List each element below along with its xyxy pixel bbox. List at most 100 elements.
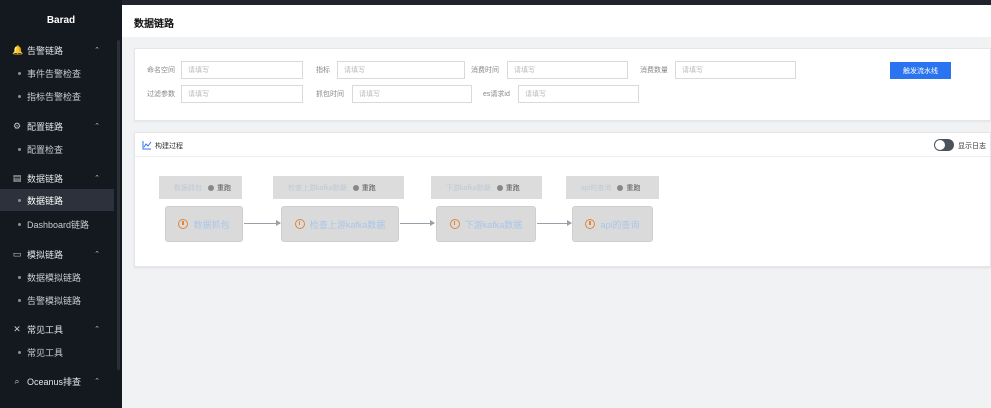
sidebar-item-label: 配置检查 [27,144,64,155]
chevron-up-icon: ⌃ [94,251,100,258]
toggle-knob [935,140,945,150]
sidebar-item-label: 数据链路 [27,195,64,206]
sidebar-item-config-check[interactable]: 配置检查 [0,138,114,160]
build-process-header: 构建过程 显示日志 [135,133,990,157]
sidebar-item-common-tools[interactable]: 常见工具 [0,341,114,363]
bullet-icon [18,275,21,279]
stage-node-downstream-kafka[interactable]: 下游kafka数据 [436,206,536,242]
tools-icon: ✕ [13,324,21,334]
sidebar-item-data-simulation[interactable]: 数据模拟链路 [0,266,114,288]
filter-params-input[interactable] [181,85,303,103]
document-icon: ▤ [12,173,22,183]
sidebar-group-data-chain[interactable]: ▤ 数据链路 ⌃ [0,167,114,189]
status-dot-icon [208,184,214,191]
bullet-icon [18,71,21,75]
sidebar-group-simulation-chain[interactable]: ▭ 模拟链路 ⌃ [0,243,114,265]
stage-status-name: 检查上游kafka数据 [288,184,347,192]
consume-count-input[interactable] [675,61,796,79]
flow-arrow [244,220,281,226]
es-request-id-label: es请求id [483,91,510,98]
sidebar-item-label: 常见工具 [27,347,64,358]
sidebar-group-label: 数据链路 [27,173,64,184]
consume-count-label: 消费数量 [640,67,668,74]
chevron-up-icon: ⌃ [94,47,100,54]
capture-time-input[interactable] [352,85,472,103]
stage-node-label: api的查询 [600,219,640,230]
show-log-toggle[interactable] [934,139,954,151]
clock-icon [294,219,305,229]
chevron-up-icon: ⌃ [94,326,100,333]
stage-node-label: 数据抓包 [193,219,230,230]
sidebar-item-event-alert-check[interactable]: 事件告警检查 [0,62,114,84]
brand-logo: Barad [46,14,76,26]
sidebar-item-dashboard-chain[interactable]: Dashboard链路 [0,213,114,235]
flow-arrow [400,220,435,226]
bullet-icon [18,350,21,354]
sidebar-group-label: Oceanus排查 [27,376,82,387]
stage-status-upstream-kafka: 检查上游kafka数据 重跑 [273,176,404,199]
clock-icon [178,219,189,229]
sidebar-group-label: 配置链路 [27,121,64,132]
filter-card: 命名空间 指标 消费时间 消费数量 触发流水线 过滤参数 抓包时间 es请求id [134,48,991,121]
stage-status-name: api的查询 [581,184,612,192]
build-process-title: 构建过程 [155,143,183,150]
sidebar-item-data-chain[interactable]: 数据链路 [0,189,114,211]
sidebar-item-label: 指标告警检查 [27,91,82,102]
stage-status-name: 数据抓包 [174,184,202,192]
rerun-link[interactable]: 重跑 [217,183,231,193]
page-title: 数据链路 [134,19,174,30]
filter-params-label: 过滤参数 [147,91,175,98]
capture-time-label: 抓包时间 [316,91,344,98]
metric-input[interactable] [337,61,465,79]
consume-time-input[interactable] [507,61,628,79]
consume-time-label: 消费时间 [471,67,499,74]
stage-node-upstream-kafka[interactable]: 检查上游kafka数据 [281,206,399,242]
namespace-label: 命名空间 [147,67,175,74]
bell-icon: 🔔 [12,45,24,55]
stage-status-api-query: api的查询 重跑 [566,176,659,199]
sidebar-item-label: 数据模拟链路 [27,272,82,283]
bullet-icon [18,222,21,226]
trigger-pipeline-button[interactable]: 触发流水线 [890,62,951,79]
sliders-icon: ⚙ [12,121,22,131]
sidebar-item-alert-simulation[interactable]: 告警模拟链路 [0,289,114,311]
stage-node-label: 检查上游kafka数据 [309,219,386,230]
sidebar-group-config-chain[interactable]: ⚙ 配置链路 ⌃ [0,115,114,137]
line-chart-icon [142,141,152,150]
sidebar-group-common-tools[interactable]: ✕ 常见工具 ⌃ [0,318,114,340]
sidebar-group-label: 告警链路 [27,45,64,56]
page-header: 数据链路 [122,5,991,37]
metric-label: 指标 [316,67,330,74]
monitor-icon: ▭ [12,249,22,259]
stage-node-capture[interactable]: 数据抓包 [165,206,243,242]
sidebar-item-label: Dashboard链路 [27,219,90,230]
status-dot-icon [352,184,359,191]
flow-arrow [537,220,572,226]
sidebar: Barad 🔔 告警链路 ⌃ 事件告警检查 指标告警检查 ⚙ 配置链路 ⌃ 配置… [0,0,122,408]
bullet-icon [18,147,21,151]
sidebar-item-metric-alert-check[interactable]: 指标告警检查 [0,85,114,107]
rerun-link[interactable]: 重跑 [626,183,640,193]
chevron-up-icon: ⌃ [94,123,100,130]
chevron-up-icon: ⌃ [94,378,100,385]
status-dot-icon [496,184,503,191]
stage-status-downstream-kafka: 下游kafka数据 重跑 [431,176,542,199]
chevron-up-icon: ⌃ [94,175,100,182]
rerun-link[interactable]: 重跑 [362,183,376,193]
stage-node-api-query[interactable]: api的查询 [572,206,653,242]
namespace-input[interactable] [181,61,303,79]
clock-icon [585,219,596,229]
stage-status-name: 下游kafka数据 [446,184,491,192]
sidebar-item-label: 告警模拟链路 [27,295,82,306]
clock-icon [449,219,460,229]
search-icon: ⌕ [14,376,20,386]
sidebar-group-alert-chain[interactable]: 🔔 告警链路 ⌃ [0,39,114,61]
sidebar-scrollbar[interactable] [117,40,120,370]
bullet-icon [18,298,21,302]
es-request-id-input[interactable] [518,85,639,103]
bullet-icon [18,198,21,202]
status-dot-icon [617,184,624,191]
sidebar-group-oceanus[interactable]: ⌕ Oceanus排查 ⌃ [0,370,114,392]
rerun-link[interactable]: 重跑 [506,183,520,193]
build-process-card: 构建过程 显示日志 数据抓包 重跑 数据抓包 检查上游kafka数据 重跑 检查… [134,132,991,267]
